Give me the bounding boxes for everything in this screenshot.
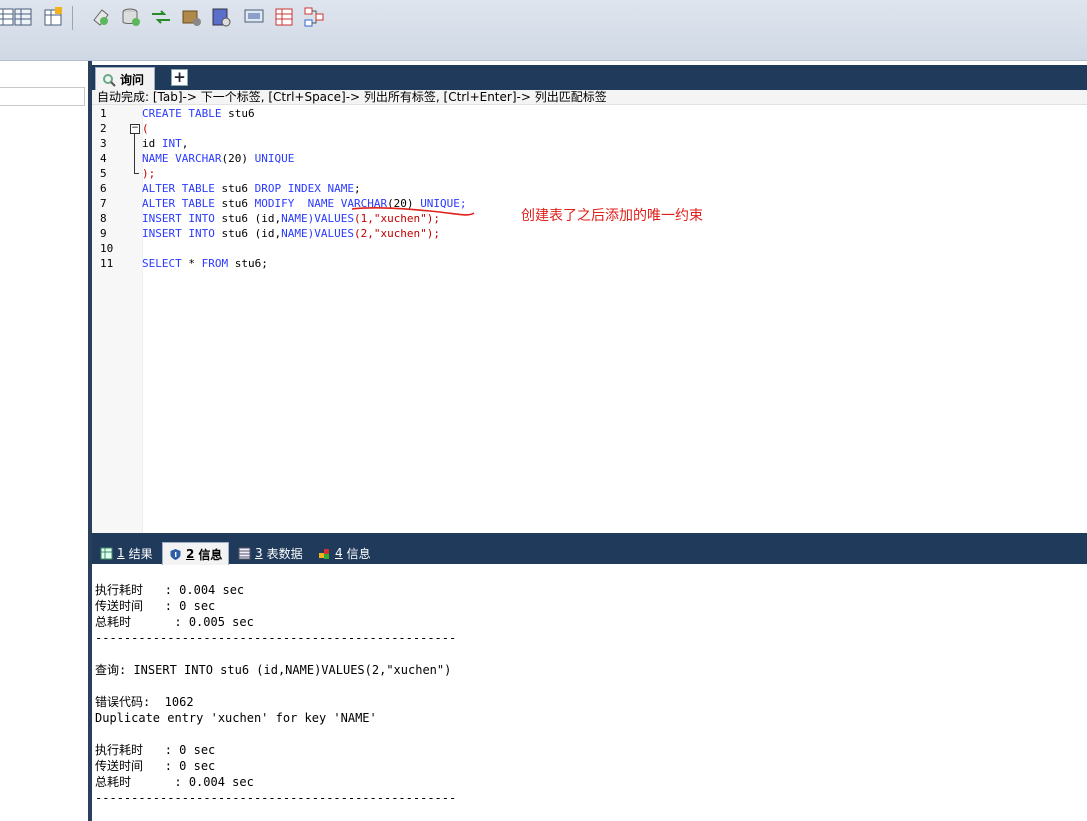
code-line-6: ALTER TABLE stu6 DROP INDEX NAME; bbox=[142, 182, 361, 195]
monitor-icon[interactable] bbox=[243, 6, 265, 28]
tab-info[interactable]: 4 信息 bbox=[312, 542, 377, 564]
line-number: 3 bbox=[100, 137, 107, 150]
tab-table-data[interactable]: 3 表数据 bbox=[232, 542, 309, 564]
code-line-2: ( bbox=[142, 122, 149, 135]
tab-messages[interactable]: 2 信息 bbox=[162, 542, 230, 565]
info-blocks-icon bbox=[319, 548, 329, 559]
sync-icon[interactable] bbox=[150, 6, 172, 28]
messages-output: 执行耗时 : 0.004 sec 传送时间 : 0 sec 总耗时 : 0.00… bbox=[95, 583, 457, 805]
fold-toggle-icon[interactable]: − bbox=[130, 124, 140, 134]
line-number: 5 bbox=[100, 167, 107, 180]
results-grid-icon bbox=[100, 547, 113, 559]
line-number: 4 bbox=[100, 152, 107, 165]
query-tabbar: 询问 + bbox=[92, 65, 1087, 91]
tab-query[interactable]: 询问 bbox=[95, 67, 156, 91]
main-toolbar bbox=[0, 0, 1087, 61]
code-line-3: id INT, bbox=[142, 137, 189, 150]
sql-editor[interactable]: 1 2 3 4 5 6 7 8 9 10 11 − CREATE TABLE s… bbox=[92, 105, 1087, 533]
line-number-gutter: 1 2 3 4 5 6 7 8 9 10 11 − bbox=[92, 105, 143, 533]
line-number: 6 bbox=[100, 182, 107, 195]
database-icon[interactable] bbox=[120, 6, 142, 28]
tab-results[interactable]: 1 结果 bbox=[94, 542, 159, 564]
table-key-icon[interactable] bbox=[42, 6, 64, 28]
new-query-tab-button[interactable]: + bbox=[171, 69, 188, 86]
annotation-text: 创建表了之后添加的唯一约束 bbox=[521, 208, 703, 224]
backup-icon[interactable] bbox=[180, 6, 202, 28]
tab-query-label: 询问 bbox=[120, 73, 145, 87]
object-browser bbox=[0, 65, 88, 821]
designer-icon[interactable] bbox=[303, 6, 325, 28]
code-line-11: SELECT * FROM stu6; bbox=[142, 257, 268, 270]
line-number: 10 bbox=[100, 242, 114, 255]
object-filter-input[interactable] bbox=[0, 87, 85, 106]
annotation-underline bbox=[351, 207, 475, 216]
code-line-1: CREATE TABLE stu6 bbox=[142, 107, 255, 120]
report-icon[interactable] bbox=[273, 6, 295, 28]
code-line-4: NAME VARCHAR(20) UNIQUE bbox=[142, 152, 295, 165]
editor-result-splitter[interactable] bbox=[92, 533, 1087, 540]
line-number: 1 bbox=[100, 107, 107, 120]
fold-line bbox=[134, 133, 135, 173]
toolbar-separator bbox=[72, 6, 73, 30]
code-line-5: ); bbox=[142, 167, 156, 180]
code-line-9: INSERT INTO stu6 (id,NAME)VALUES(2,"xuch… bbox=[142, 227, 441, 240]
schema-icon[interactable] bbox=[210, 6, 232, 28]
autocomplete-hint: 自动完成: [Tab]-> 下一个标签, [Ctrl+Space]-> 列出所有… bbox=[92, 90, 1087, 105]
line-number: 7 bbox=[100, 197, 107, 210]
result-tabbar: 1 结果 2 信息 3 表数据 4 信息 bbox=[92, 540, 1087, 565]
info-shield-icon bbox=[170, 548, 181, 560]
line-number: 11 bbox=[100, 257, 114, 270]
query-icon bbox=[103, 73, 116, 87]
fold-line-end bbox=[134, 173, 139, 174]
eraser-icon[interactable] bbox=[90, 6, 112, 28]
table-data-icon bbox=[238, 547, 251, 559]
line-number: 8 bbox=[100, 212, 107, 225]
line-number: 9 bbox=[100, 227, 107, 240]
line-number: 2 bbox=[100, 122, 107, 135]
table-edit-icon[interactable] bbox=[12, 6, 34, 28]
